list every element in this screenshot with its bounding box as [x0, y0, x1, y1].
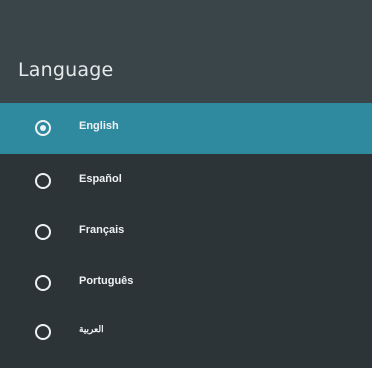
header: Language [0, 0, 372, 103]
language-option-label: English [79, 120, 119, 132]
language-option-portugues[interactable]: Português [0, 258, 372, 309]
language-option-francais[interactable]: Français [0, 207, 372, 258]
radio-selected-icon [35, 120, 51, 136]
page-title: Language [18, 59, 114, 81]
language-settings-panel: Language English Español Français Portug… [0, 0, 372, 368]
radio-unselected-icon [35, 224, 51, 240]
language-option-label: العربية [79, 324, 104, 334]
language-option-label: Español [79, 173, 122, 185]
language-option-label: Français [79, 224, 125, 236]
language-option-arabic[interactable]: العربية [0, 307, 372, 358]
radio-unselected-icon [35, 173, 51, 189]
radio-unselected-icon [35, 324, 51, 340]
radio-unselected-icon [35, 275, 51, 291]
language-option-label: Português [79, 275, 134, 287]
language-option-espanol[interactable]: Español [0, 156, 372, 207]
language-option-english[interactable]: English [0, 103, 372, 154]
